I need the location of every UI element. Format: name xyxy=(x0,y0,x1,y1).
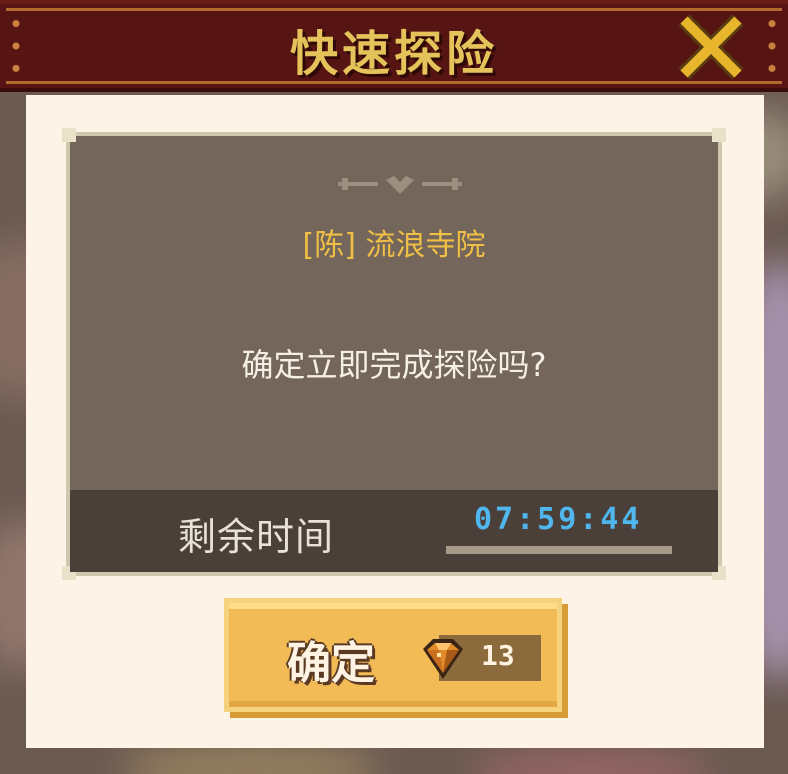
time-progress-track xyxy=(446,546,672,554)
card-corner-icon xyxy=(62,128,76,142)
location-name: [陈] 流浪寺院 xyxy=(302,228,486,263)
remaining-time-label: 剩余时间 xyxy=(178,515,335,559)
gem-icon xyxy=(423,639,463,679)
dialog-header: 快速探险 xyxy=(0,0,788,92)
remaining-time-bar: 剩余时间 07:59:44 xyxy=(70,490,718,572)
confirm-button-label: 确定 xyxy=(287,638,375,689)
cost-value: 13 xyxy=(481,639,515,672)
dialog-title: 快速探险 xyxy=(289,26,498,82)
close-button[interactable] xyxy=(676,12,746,82)
remaining-time-value: 07:59:44 xyxy=(474,502,643,537)
divider-ornament-icon xyxy=(338,176,462,194)
confirm-question: 确定立即完成探险吗? xyxy=(241,346,547,384)
expedition-info-card: [陈] 流浪寺院 确定立即完成探险吗? 剩余时间 07:59:44 xyxy=(62,128,726,580)
close-x-icon xyxy=(678,14,744,80)
confirm-button[interactable]: 确定 13 xyxy=(224,598,562,712)
time-progress-fill xyxy=(446,546,672,554)
card-corner-icon xyxy=(712,128,726,142)
